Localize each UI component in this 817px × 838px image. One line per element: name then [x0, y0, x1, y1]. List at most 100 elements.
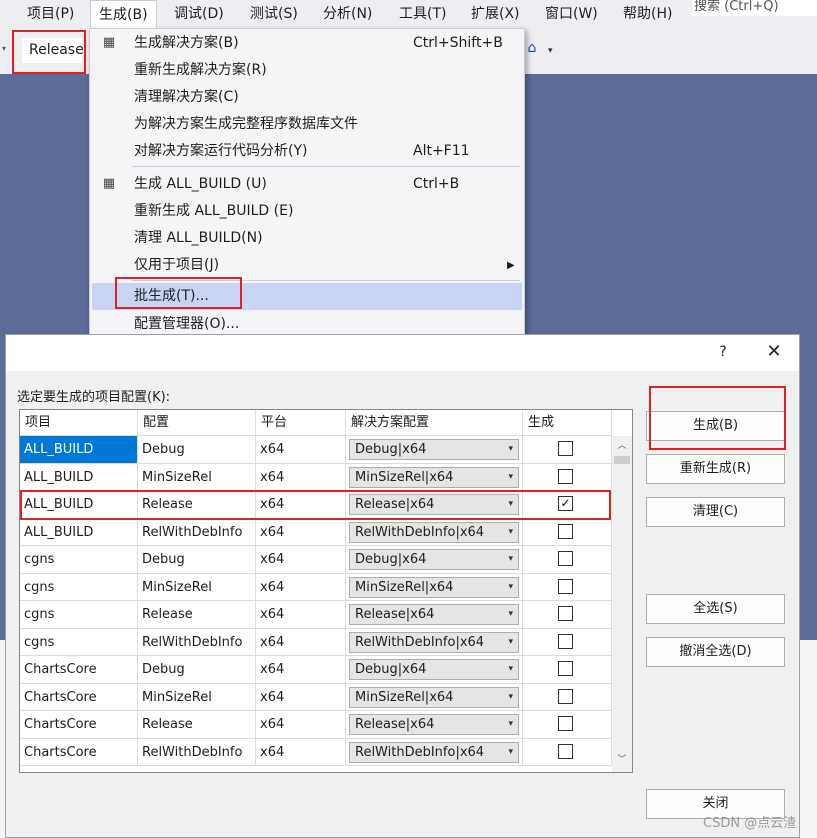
menu-item-clean-all-build[interactable]: 清理 ALL_BUILD(N)	[92, 225, 522, 252]
toolbar-dropdown-arrow-icon[interactable]: ▾	[2, 44, 6, 53]
cell-platform: x64	[256, 463, 346, 491]
menu-window[interactable]: 窗口(W)	[537, 0, 606, 28]
cell-platform: x64	[256, 683, 346, 711]
build-checkbox[interactable]	[558, 523, 573, 539]
build-checkbox[interactable]	[558, 441, 573, 456]
chevron-down-icon: ▾	[508, 719, 513, 729]
menu-item-label: 重新生成 ALL_BUILD (E)	[134, 203, 294, 219]
build-checkbox[interactable]	[558, 716, 573, 731]
menu-item-rebuild-all-build[interactable]: 重新生成 ALL_BUILD (E)	[92, 198, 522, 225]
solution-config-select[interactable]: RelWithDebInfo|x64 ▾	[349, 521, 519, 543]
solution-config-select[interactable]: Debug|x64 ▾	[349, 659, 519, 680]
menu-debug[interactable]: 调试(D)	[166, 0, 232, 28]
cell-project: cgns	[20, 546, 138, 574]
cell-solution-config: MinSizeRel|x64 ▾	[346, 683, 523, 711]
rebuild-button[interactable]: 重新生成(R)	[646, 454, 785, 484]
scroll-down-icon[interactable]: ﹀	[612, 750, 632, 770]
solution-config-select[interactable]: Debug|x64 ▾	[349, 549, 519, 570]
solution-config-select[interactable]: RelWithDebInfo|x64 ▾	[349, 631, 519, 653]
menu-item-label: 仅用于项目(J)	[134, 257, 220, 273]
cell-project: ChartsCore	[20, 711, 138, 739]
build-checkbox[interactable]	[558, 551, 573, 566]
solution-config-select[interactable]: Debug|x64 ▾	[349, 439, 519, 460]
project-configuration-grid: 项目 配置 平台 解决方案配置 生成 ALL_BUILD Debug x64 Debu…	[19, 409, 633, 773]
solution-config-select[interactable]: RelWithDebInfo|x64 ▾	[349, 741, 519, 763]
menu-item-label: 对解决方案运行代码分析(Y)	[134, 143, 308, 159]
solution-config-select[interactable]: Release|x64 ▾	[349, 604, 519, 625]
build-checkbox[interactable]	[558, 633, 573, 649]
table-row[interactable]: ALL_BUILD RelWithDebInfo x64 RelWithDebInfo…	[20, 518, 612, 546]
menu-extensions[interactable]: 扩展(X)	[463, 0, 528, 28]
build-checkbox[interactable]	[558, 578, 573, 594]
clean-button[interactable]: 清理(C)	[646, 497, 785, 527]
solution-config-select[interactable]: MinSizeRel|x64 ▾	[349, 576, 519, 598]
menu-help[interactable]: 帮助(H)	[615, 0, 680, 28]
menu-project[interactable]: 项目(P)	[19, 0, 82, 28]
solution-config-select[interactable]: MinSizeRel|x64 ▾	[349, 466, 519, 488]
solution-config-select[interactable]: MinSizeRel|x64 ▾	[349, 686, 519, 708]
chevron-down-icon: ▾	[508, 664, 513, 674]
menu-item-build-solution[interactable]: ▦ 生成解决方案(B) Ctrl+Shift+B	[92, 30, 522, 57]
table-row[interactable]: ChartsCore Release x64 Release|x64 ▾	[20, 711, 612, 739]
build-checkbox[interactable]	[558, 688, 573, 704]
menu-build[interactable]: 生成(B)	[90, 0, 157, 28]
home-icon[interactable]: ⌂	[524, 40, 540, 56]
solution-config-select[interactable]: Release|x64 ▾	[349, 714, 519, 735]
chevron-down-icon: ▾	[508, 526, 513, 537]
build-checkbox[interactable]	[558, 468, 573, 484]
menu-item-clean-solution[interactable]: 清理解决方案(C)	[92, 84, 522, 111]
column-header-platform[interactable]: 平台	[256, 410, 346, 436]
title-area	[692, 16, 817, 74]
table-row[interactable]: ChartsCore MinSizeRel x64 MinSizeRel|x64 ▾	[20, 683, 612, 711]
select-value: MinSizeRel|x64	[355, 579, 454, 595]
menu-item-project-only[interactable]: 仅用于项目(J) ▶	[92, 252, 522, 279]
table-row[interactable]: cgns RelWithDebInfo x64 RelWithDebInfo|x64 ▾	[20, 628, 612, 656]
build-checkbox[interactable]	[558, 606, 573, 621]
cell-project: ALL_BUILD	[20, 518, 138, 546]
scroll-thumb[interactable]	[614, 456, 630, 464]
scroll-up-icon[interactable]: ︿	[612, 436, 632, 456]
chevron-down-icon: ▾	[508, 746, 513, 757]
cell-solution-config: Debug|x64 ▾	[346, 656, 523, 684]
menu-analyze[interactable]: 分析(N)	[315, 0, 380, 28]
table-row[interactable]: ChartsCore Debug x64 Debug|x64 ▾	[20, 656, 612, 684]
menu-item-build-all-build[interactable]: ▦ 生成 ALL_BUILD (U) Ctrl+B	[92, 171, 522, 198]
cell-platform: x64	[256, 436, 346, 464]
deselect-all-button[interactable]: 撤消全选(D)	[646, 637, 785, 667]
cell-build	[523, 573, 612, 601]
menu-item-shortcut: Alt+F11	[413, 143, 470, 159]
help-icon[interactable]: ?	[714, 342, 732, 362]
build-checkbox[interactable]	[558, 743, 573, 759]
search-input[interactable]: 搜索 (Ctrl+Q)	[692, 0, 817, 16]
table-row[interactable]: cgns Debug x64 Debug|x64 ▾	[20, 546, 612, 574]
close-icon[interactable]: ✕	[764, 340, 784, 364]
cell-project: ChartsCore	[20, 656, 138, 684]
cell-project: ChartsCore	[20, 683, 138, 711]
vertical-scrollbar[interactable]: ︿ ﹀	[612, 436, 632, 772]
table-row[interactable]: ChartsCore RelWithDebInfo x64 RelWithDebInf…	[20, 738, 612, 766]
menu-tools[interactable]: 工具(T)	[391, 0, 454, 28]
select-value: Debug|x64	[355, 662, 427, 677]
menu-item-generate-pdb[interactable]: 为解决方案生成完整程序数据库文件	[92, 111, 522, 138]
cell-solution-config: RelWithDebInfo|x64 ▾	[346, 518, 523, 546]
menu-item-run-code-analysis[interactable]: 对解决方案运行代码分析(Y) Alt+F11	[92, 138, 522, 165]
table-row[interactable]: cgns MinSizeRel x64 MinSizeRel|x64 ▾	[20, 573, 612, 601]
menu-test[interactable]: 测试(S)	[242, 0, 306, 28]
cell-project: ALL_BUILD	[20, 436, 138, 464]
build-checkbox[interactable]	[558, 661, 573, 676]
build-icon: ▦	[102, 35, 116, 50]
column-header-configuration[interactable]: 配置	[138, 410, 256, 436]
column-header-build[interactable]: 生成	[523, 410, 612, 436]
toolbar-overflow-icon[interactable]: ▾	[548, 45, 558, 57]
table-row[interactable]: ALL_BUILD Debug x64 Debug|x64 ▾	[20, 436, 612, 464]
chevron-down-icon: ▾	[508, 554, 513, 564]
column-header-solution-config[interactable]: 解决方案配置	[346, 410, 523, 436]
column-header-project[interactable]: 项目	[20, 410, 138, 436]
menu-item-rebuild-solution[interactable]: 重新生成解决方案(R)	[92, 57, 522, 84]
table-row[interactable]: ALL_BUILD MinSizeRel x64 MinSizeRel|x64 ▾	[20, 463, 612, 491]
cell-project: ALL_BUILD	[20, 463, 138, 491]
select-value: Debug|x64	[355, 442, 427, 457]
table-row[interactable]: cgns Release x64 Release|x64 ▾	[20, 601, 612, 629]
select-all-button[interactable]: 全选(S)	[646, 594, 785, 624]
cell-config: Debug	[138, 546, 256, 574]
